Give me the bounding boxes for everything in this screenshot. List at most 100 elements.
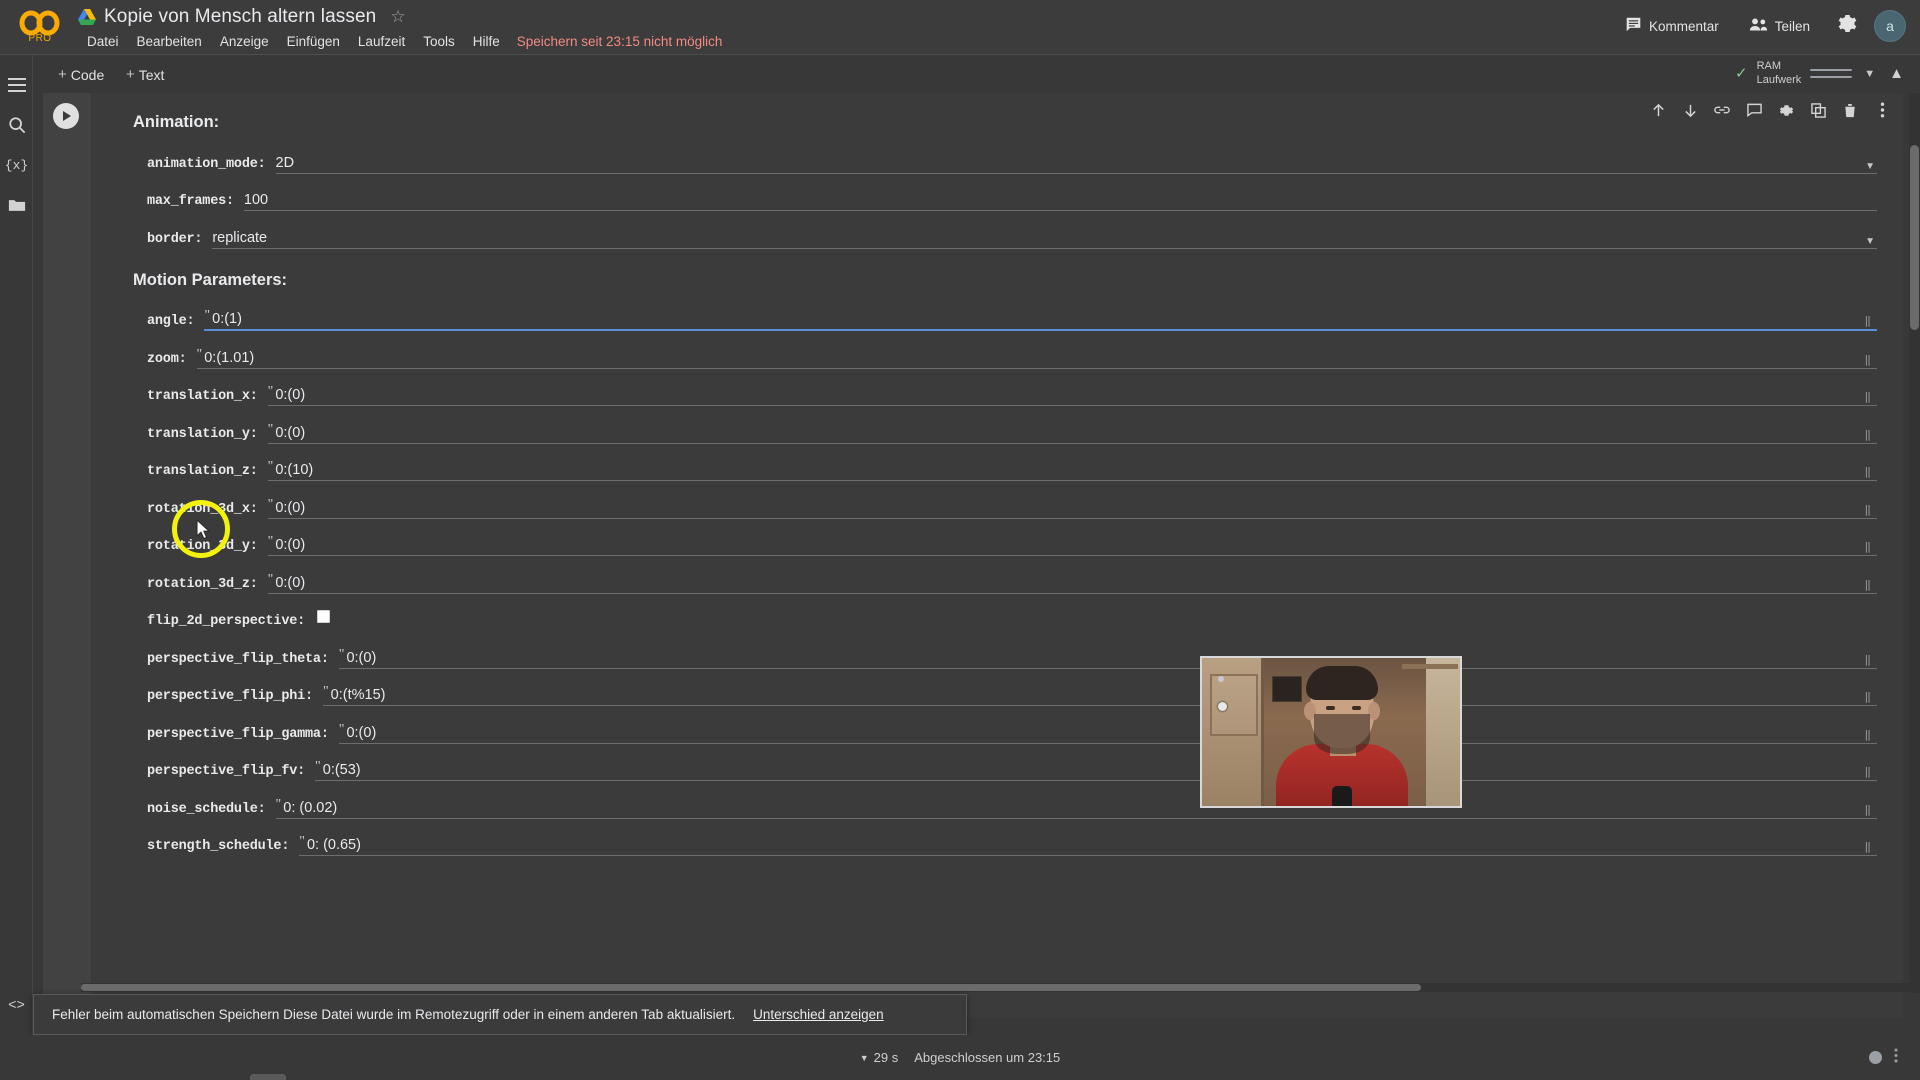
menu-item-hilfe[interactable]: Hilfe xyxy=(464,32,509,51)
noise-schedule-value[interactable]: 0: (0.02) xyxy=(283,800,337,818)
form-cell[interactable]: Animation: animation_mode: 2D ▼ max_fram… xyxy=(43,93,1903,1018)
translation-x-value[interactable]: 0:(0) xyxy=(275,387,305,405)
field-input-wrap[interactable]: " 0: (0.02) ‖ xyxy=(275,797,1877,819)
resource-usage-indicator[interactable]: ✓ RAM Laufwerk xyxy=(1731,58,1856,90)
flip-2d-perspective-checkbox[interactable] xyxy=(317,610,331,623)
field-noise-schedule[interactable]: noise_schedule: " 0: (0.02) ‖ xyxy=(91,781,1903,819)
resize-grip-icon[interactable]: ‖ xyxy=(1864,730,1871,742)
field-perspective-flip-theta[interactable]: perspective_flip_theta: " 0:(0) ‖ xyxy=(91,631,1903,669)
star-outline-icon[interactable]: ☆ xyxy=(390,7,405,27)
settings-button[interactable] xyxy=(1830,9,1864,43)
resize-grip-icon[interactable]: ‖ xyxy=(1864,580,1871,592)
border-value[interactable]: replicate xyxy=(212,230,267,248)
resize-grip-icon[interactable]: ‖ xyxy=(1864,393,1871,404)
field-flip-2d-perspective[interactable]: flip_2d_perspective: xyxy=(91,594,1903,632)
perspective-flip-gamma-value[interactable]: 0:(0) xyxy=(346,725,376,743)
field-input-wrap[interactable]: replicate ▼ xyxy=(212,227,1877,249)
menu-item-bearbeiten[interactable]: Bearbeiten xyxy=(128,32,211,51)
field-input-wrap[interactable]: " 0: (0.65) ‖ xyxy=(299,834,1877,856)
save-error-label[interactable]: Speichern seit 23:15 nicht möglich xyxy=(517,34,723,49)
show-diff-link[interactable]: Unterschied anzeigen xyxy=(753,1007,884,1022)
vertical-scrollbar[interactable] xyxy=(1909,93,1920,993)
sidebar-item-files[interactable] xyxy=(0,185,33,225)
rotation-3d-z-value[interactable]: 0:(0) xyxy=(275,575,305,593)
angle-value[interactable]: 0:(1) xyxy=(212,311,242,329)
resize-grip-icon[interactable]: ‖ xyxy=(1864,843,1871,854)
field-input-wrap[interactable]: " 0:(53) ‖ xyxy=(315,759,1877,781)
menu-item-einfuegen[interactable]: Einfügen xyxy=(278,32,349,51)
zoom-value[interactable]: 0:(1.01) xyxy=(204,350,254,368)
field-translation-z[interactable]: translation_z: " 0:(10) ‖ xyxy=(91,444,1903,481)
field-input-wrap[interactable]: " 0:(1.01) ‖ xyxy=(196,347,1877,369)
field-input-wrap[interactable]: 100 xyxy=(243,189,1877,211)
menu-item-anzeige[interactable]: Anzeige xyxy=(211,32,278,51)
field-input-wrap[interactable]: " 0:(0) ‖ xyxy=(338,722,1877,744)
field-angle[interactable]: angle: " 0:(1) ‖ xyxy=(91,294,1903,331)
resize-grip-icon[interactable]: ‖ xyxy=(1864,355,1871,367)
field-input-wrap[interactable]: " 0:(0) ‖ xyxy=(267,497,1877,519)
perspective-flip-phi-value[interactable]: 0:(t%15) xyxy=(331,687,386,705)
max-frames-value[interactable]: 100 xyxy=(244,192,268,210)
rotation-3d-y-value[interactable]: 0:(0) xyxy=(275,537,305,555)
resize-grip-icon[interactable]: ‖ xyxy=(1864,543,1871,554)
horizontal-scrollbar[interactable] xyxy=(81,983,1920,992)
field-rotation-3d-y[interactable]: rotation_3d_y: " 0:(0) ‖ xyxy=(91,519,1903,556)
chevron-down-icon[interactable]: ▼ xyxy=(1865,161,1875,172)
perspective-flip-theta-value[interactable]: 0:(0) xyxy=(346,650,376,668)
field-input-wrap[interactable]: " 0:(1) ‖ xyxy=(204,308,1877,331)
field-rotation-3d-z[interactable]: rotation_3d_z: " 0:(0) ‖ xyxy=(91,556,1903,594)
sidebar-item-code-snippets[interactable]: <> xyxy=(0,986,33,1026)
sidebar-item-variables[interactable]: {x} xyxy=(0,145,33,185)
resize-grip-icon[interactable]: ‖ xyxy=(1864,768,1871,779)
vertical-scrollbar-thumb[interactable] xyxy=(1910,145,1919,330)
menu-item-tools[interactable]: Tools xyxy=(414,32,464,51)
translation-y-value[interactable]: 0:(0) xyxy=(275,425,305,443)
chevron-up-icon[interactable]: ▲ xyxy=(1883,61,1910,86)
field-translation-y[interactable]: translation_y: " 0:(0) ‖ xyxy=(91,406,1903,444)
field-animation-mode[interactable]: animation_mode: 2D ▼ xyxy=(91,136,1903,174)
avatar[interactable]: a xyxy=(1874,10,1906,42)
resize-grip-icon[interactable]: ‖ xyxy=(1864,430,1871,442)
execution-time[interactable]: ▼ 29 s xyxy=(860,1050,899,1065)
horizontal-scrollbar-thumb[interactable] xyxy=(81,984,1421,991)
rotation-3d-x-value[interactable]: 0:(0) xyxy=(275,500,305,518)
field-input-wrap[interactable]: " 0:(0) ‖ xyxy=(267,384,1877,406)
menu-item-laufzeit[interactable]: Laufzeit xyxy=(349,32,414,51)
field-input-wrap[interactable]: " 0:(10) ‖ xyxy=(267,459,1877,481)
animation-mode-value[interactable]: 2D xyxy=(276,155,295,173)
field-input-wrap[interactable]: " 0:(0) ‖ xyxy=(267,422,1877,444)
resize-grip-icon[interactable]: ‖ xyxy=(1864,468,1871,479)
page-title[interactable]: Kopie von Mensch altern lassen xyxy=(104,6,376,28)
chevron-down-icon[interactable]: ▼ xyxy=(1862,68,1877,80)
field-perspective-flip-fv[interactable]: perspective_flip_fv: " 0:(53) ‖ xyxy=(91,744,1903,781)
field-input-wrap[interactable]: 2D ▼ xyxy=(275,152,1877,174)
run-cell-button[interactable] xyxy=(53,103,79,129)
resize-grip-icon[interactable]: ‖ xyxy=(1864,805,1871,817)
field-max-frames[interactable]: max_frames: 100 xyxy=(91,174,1903,211)
field-input-wrap[interactable]: " 0:(0) ‖ xyxy=(338,647,1877,669)
sidebar-item-toc[interactable] xyxy=(0,65,33,105)
resize-grip-icon[interactable]: ‖ xyxy=(1864,505,1871,517)
add-text-cell-button[interactable]: + Text xyxy=(118,64,172,85)
field-input-wrap[interactable]: " 0:(0) ‖ xyxy=(267,534,1877,556)
field-border[interactable]: border: replicate ▼ xyxy=(91,211,1903,249)
field-perspective-flip-phi[interactable]: perspective_flip_phi: " 0:(t%15) ‖ xyxy=(91,669,1903,706)
field-rotation-3d-x[interactable]: rotation_3d_x: " 0:(0) ‖ xyxy=(91,481,1903,519)
field-translation-x[interactable]: translation_x: " 0:(0) ‖ xyxy=(91,369,1903,406)
resize-grip-icon[interactable]: ‖ xyxy=(1864,693,1871,704)
share-button[interactable]: Teilen xyxy=(1739,11,1820,41)
field-strength-schedule[interactable]: strength_schedule: " 0: (0.65) ‖ xyxy=(91,819,1903,856)
colab-logo[interactable]: PRO xyxy=(12,4,68,50)
more-vert-icon[interactable] xyxy=(1894,1048,1898,1068)
perspective-flip-fv-value[interactable]: 0:(53) xyxy=(323,762,361,780)
flip-2d-perspective-checkbox-wrap[interactable] xyxy=(317,610,331,631)
field-zoom[interactable]: zoom: " 0:(1.01) ‖ xyxy=(91,331,1903,369)
add-code-cell-button[interactable]: + Code xyxy=(50,64,112,85)
resize-grip-icon[interactable]: ‖ xyxy=(1864,655,1871,667)
resize-grip-icon[interactable]: ‖ xyxy=(1864,317,1871,328)
menu-item-datei[interactable]: Datei xyxy=(78,32,128,51)
strength-schedule-value[interactable]: 0: (0.65) xyxy=(307,837,361,855)
field-perspective-flip-gamma[interactable]: perspective_flip_gamma: " 0:(0) ‖ xyxy=(91,706,1903,744)
comment-button[interactable]: Kommentar xyxy=(1615,10,1729,42)
field-input-wrap[interactable]: " 0:(t%15) ‖ xyxy=(322,684,1877,706)
